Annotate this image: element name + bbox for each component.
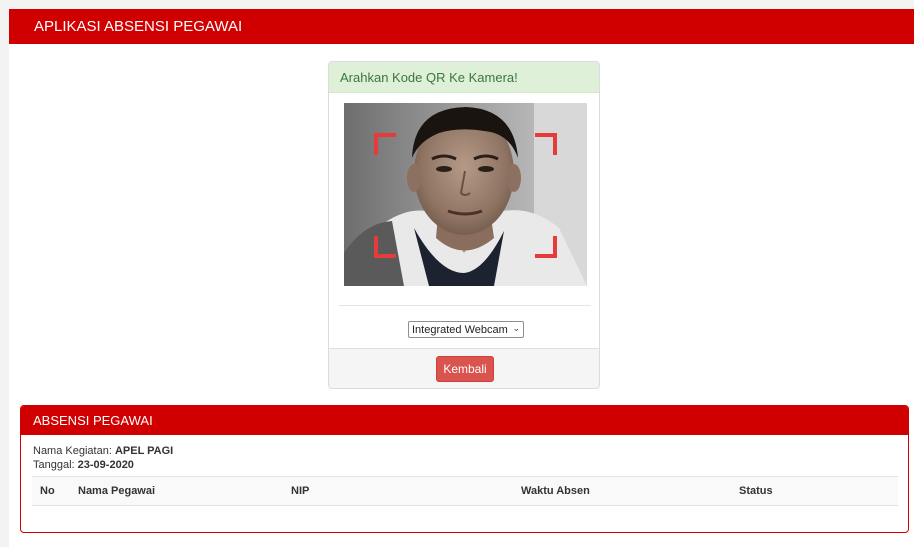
scanner-heading: Arahkan Kode QR Ke Kamera!: [329, 62, 599, 93]
table-header-row: No Nama Pegawai NIP Waktu Absen Status: [32, 476, 898, 506]
attendance-table: No Nama Pegawai NIP Waktu Absen Status: [32, 476, 898, 506]
date-info: Tanggal: 23-09-2020: [33, 459, 134, 471]
scanner-divider: [339, 305, 591, 306]
qr-scanner-panel: Arahkan Kode QR Ke Kamera! Integrated We…: [328, 61, 600, 389]
column-header-waktu-absen: Waktu Absen: [513, 476, 731, 506]
date-value: 23-09-2020: [77, 459, 134, 471]
camera-select[interactable]: Integrated Webcam ⌄: [408, 321, 524, 338]
attendance-heading: ABSENSI PEGAWAI: [21, 406, 908, 435]
camera-feed: [344, 103, 587, 286]
scanner-instruction: Arahkan Kode QR Ke Kamera!: [340, 69, 518, 85]
activity-info: Nama Kegiatan: APEL PAGI: [33, 445, 173, 457]
camera-preview: [344, 103, 587, 286]
activity-label: Nama Kegiatan:: [33, 445, 112, 457]
camera-select-value: Integrated Webcam: [412, 323, 508, 336]
chevron-down-icon: ⌄: [512, 323, 520, 333]
back-button[interactable]: Kembali: [436, 356, 494, 382]
page: APLIKASI ABSENSI PEGAWAI Arahkan Kode QR…: [9, 9, 914, 547]
app-header: APLIKASI ABSENSI PEGAWAI: [9, 9, 914, 44]
app-title: APLIKASI ABSENSI PEGAWAI: [34, 18, 243, 35]
date-label: Tanggal:: [33, 459, 75, 471]
column-header-status: Status: [731, 476, 898, 506]
attendance-title: ABSENSI PEGAWAI: [33, 413, 153, 428]
column-header-nama-pegawai: Nama Pegawai: [70, 476, 283, 506]
activity-value: APEL PAGI: [114, 445, 174, 457]
column-header-no: No: [32, 476, 70, 506]
attendance-panel: ABSENSI PEGAWAI Nama Kegiatan: APEL PAGI…: [20, 405, 909, 533]
column-header-nip: NIP: [283, 476, 513, 506]
scanner-footer: Kembali: [329, 348, 599, 388]
